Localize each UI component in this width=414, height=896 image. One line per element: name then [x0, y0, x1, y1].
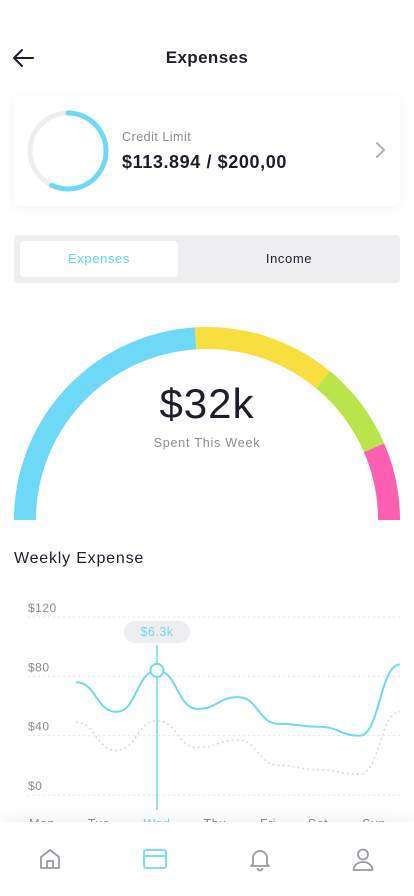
y-tick-label: $0	[28, 779, 42, 793]
y-tick-label: $40	[28, 720, 50, 734]
gauge-value: $32k	[159, 380, 255, 427]
tooltip-value: $6.3k	[140, 625, 173, 639]
tab-expenses[interactable]: Expenses	[20, 241, 178, 277]
y-tick-label: $80	[28, 660, 50, 674]
bell-icon	[250, 850, 270, 872]
weekly-expense-title: Weekly Expense	[14, 550, 145, 567]
credit-limit-label: Credit Limit	[122, 130, 192, 144]
tab-profile[interactable]	[350, 846, 376, 872]
selected-point[interactable]	[149, 662, 165, 678]
y-tick-label: $120	[28, 601, 57, 615]
tab-home[interactable]	[37, 846, 63, 872]
chevron-right-icon	[376, 142, 385, 158]
gauge-segment-3	[363, 443, 400, 521]
weekly-expense-chart: $120$80$40$0$6.3kMonTueWedThuFriSatSun	[28, 601, 401, 830]
tab-income[interactable]: Income	[208, 241, 370, 277]
header: Expenses	[0, 0, 414, 110]
gauge-label: Spent This Week	[153, 436, 261, 450]
expense-income-toggle: Expenses Income	[14, 235, 400, 283]
bottom-tab-bar	[0, 822, 414, 896]
tab-notifications[interactable]	[247, 846, 273, 872]
tab-wallet[interactable]	[142, 846, 168, 872]
gauge-segment-0	[14, 327, 197, 521]
page-title: Expenses	[165, 48, 249, 67]
credit-progress-ring	[27, 110, 109, 192]
gauge-segment-1	[194, 327, 331, 389]
profile-icon	[352, 848, 374, 871]
series-line-0	[75, 663, 401, 737]
credit-limit-card[interactable]: Credit Limit $113.894 / $200,00	[14, 96, 400, 206]
home-icon	[40, 849, 60, 869]
series-line-1	[75, 711, 401, 775]
credit-limit-value: $113.894 / $200,00	[122, 152, 287, 172]
wallet-icon	[143, 849, 167, 869]
